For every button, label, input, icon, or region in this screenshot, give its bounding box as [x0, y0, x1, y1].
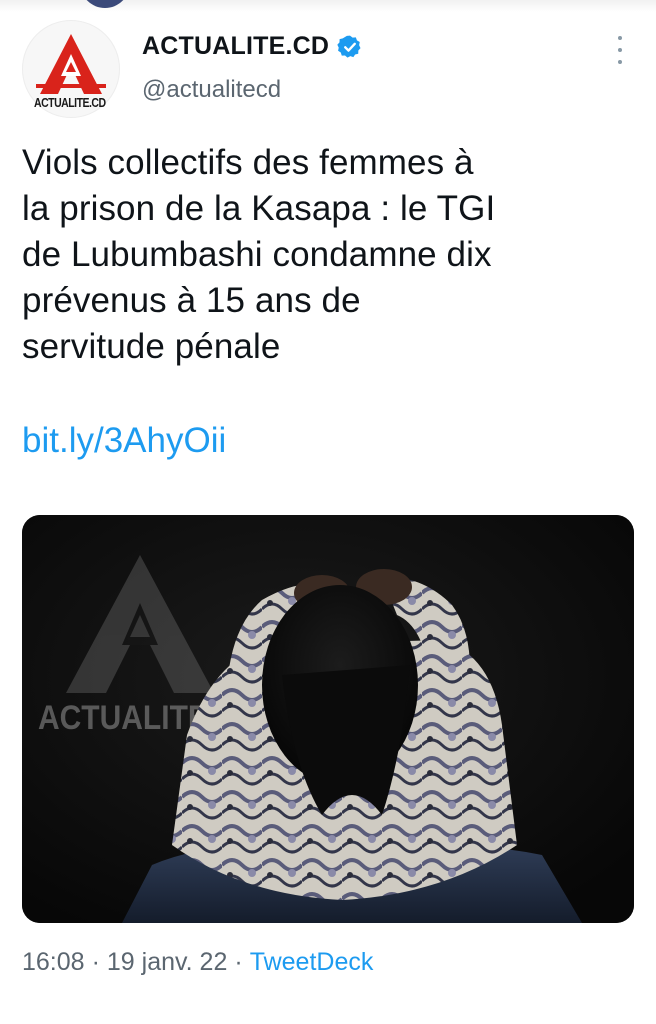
- tweet-media-image[interactable]: ACTUALITE: [22, 515, 634, 923]
- account-avatar[interactable]: ACTUALITE.CD: [22, 20, 120, 118]
- tweet-meta: 16:08 · 19 janv. 22 · TweetDeck: [22, 948, 373, 977]
- display-name[interactable]: ACTUALITE.CD: [142, 32, 329, 61]
- tweet-link[interactable]: bit.ly/3AhyOii: [22, 418, 226, 464]
- tweet-date[interactable]: 19 janv. 22: [107, 948, 227, 977]
- tweet-source-link[interactable]: TweetDeck: [250, 948, 374, 977]
- meta-separator: ·: [91, 948, 100, 976]
- tweet-text: Viols collectifs des femmes à la prison …: [22, 140, 642, 370]
- tweet-text-line: servitude pénale: [22, 327, 281, 366]
- name-row: ACTUALITE.CD: [142, 32, 363, 61]
- tweet-text-line: de Lubumbashi condamne dix: [22, 235, 492, 274]
- tweet-text-line: Viols collectifs des femmes à: [22, 143, 474, 182]
- tweet-text-line: la prison de la Kasapa : le TGI: [22, 189, 496, 228]
- more-vertical-icon[interactable]: [610, 36, 630, 64]
- tweet-text-line: prévenus à 15 ans de: [22, 281, 361, 320]
- media-watermark-text: ACTUALITE: [38, 698, 208, 736]
- avatar-logo-text: ACTUALITE.CD: [34, 95, 106, 111]
- tweet-card: ACTUALITE.CD ACTUALITE.CD @actualitecd V…: [0, 0, 656, 1024]
- meta-separator: ·: [234, 948, 243, 976]
- verified-badge-icon: [337, 35, 361, 58]
- actualite-logo-icon: [36, 34, 106, 94]
- account-handle[interactable]: @actualitecd: [142, 76, 281, 104]
- tweet-time[interactable]: 16:08: [22, 948, 85, 977]
